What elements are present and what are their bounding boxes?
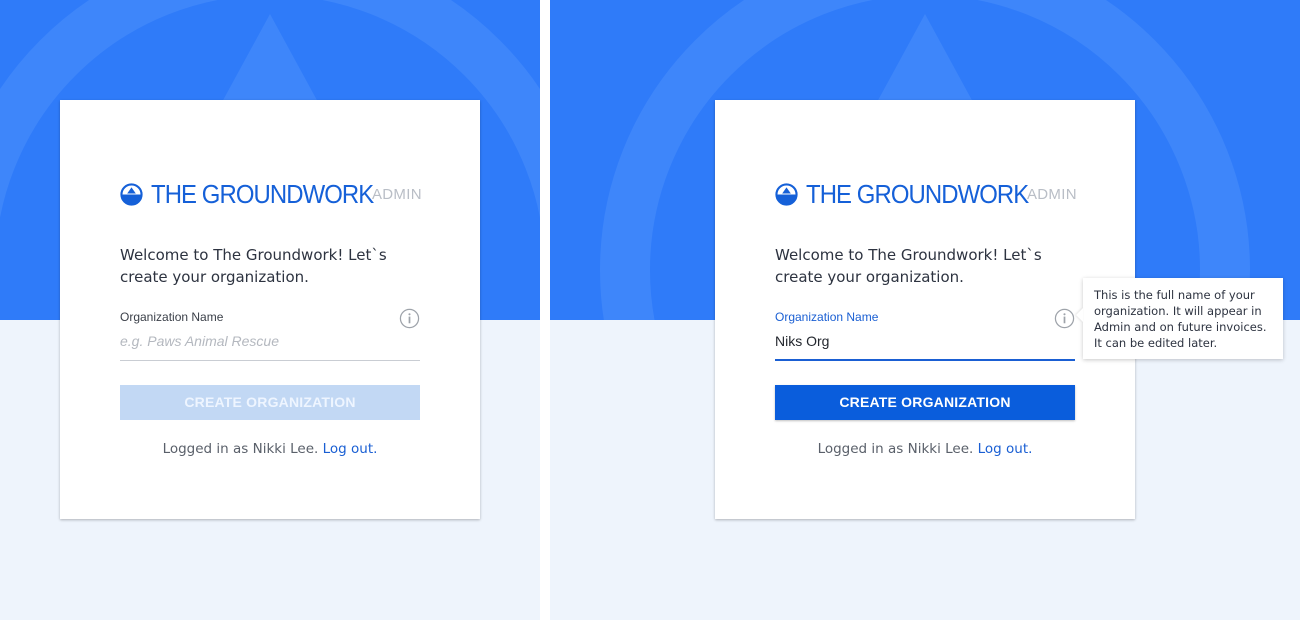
input-underline [120,360,420,361]
brand-logo: THE GROUNDWORK ADMIN [775,178,1077,210]
create-organization-card: THE GROUNDWORK ADMIN Welcome to The Grou… [60,100,480,519]
tooltip-text: This is the full name of your organizati… [1094,288,1267,350]
groundwork-logo-icon [775,182,798,206]
info-tooltip: This is the full name of your organizati… [1076,278,1283,359]
screen-filled-state: THE GROUNDWORK ADMIN Welcome to The Grou… [550,0,1300,620]
info-icon[interactable] [1054,308,1075,329]
log-out-link[interactable]: Log out. [978,441,1033,457]
brand-suffix: ADMIN [1027,186,1077,203]
input-underline [775,359,1075,361]
info-icon[interactable] [399,308,420,329]
login-status: Logged in as Nikki Lee. Log out. [60,441,480,457]
brand-logo: THE GROUNDWORK ADMIN [120,178,422,210]
welcome-message: Welcome to The Groundwork! Let`s create … [775,246,1042,286]
brand-suffix: ADMIN [372,186,422,203]
organization-name-input[interactable]: e.g. Paws Animal Rescue [120,333,420,355]
organization-name-label: Organization Name [775,310,879,324]
groundwork-logo-icon [120,182,143,206]
logged-in-text: Logged in as Nikki Lee. [817,441,974,457]
welcome-message: Welcome to The Groundwork! Let`s create … [120,246,387,286]
create-organization-button[interactable]: CREATE ORGANIZATION [775,385,1075,420]
screen-empty-state: THE GROUNDWORK ADMIN Welcome to The Grou… [0,0,540,620]
brand-name: THE GROUNDWORK [151,178,374,209]
create-organization-card: THE GROUNDWORK ADMIN Welcome to The Grou… [715,100,1135,519]
create-organization-button[interactable]: CREATE ORGANIZATION [120,385,420,420]
log-out-link[interactable]: Log out. [323,441,378,457]
brand-name: THE GROUNDWORK [806,178,1029,209]
organization-name-input[interactable]: Niks Org [775,333,1075,355]
organization-name-label: Organization Name [120,310,224,324]
tooltip-arrow [1076,308,1083,322]
login-status: Logged in as Nikki Lee. Log out. [715,441,1135,457]
logged-in-text: Logged in as Nikki Lee. [162,441,319,457]
